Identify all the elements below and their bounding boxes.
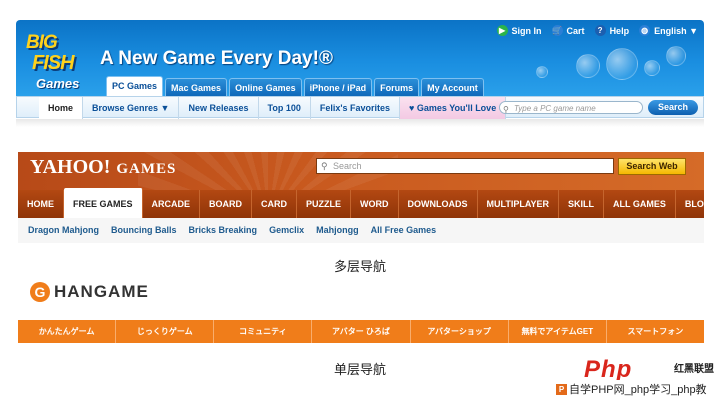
hangame-nav: かんたんゲーム じっくりゲーム コミュニティ アバター ひろば アバターショップ 無料でア…	[18, 320, 704, 343]
tab-iphone-ipad[interactable]: iPhone / iPad	[303, 78, 373, 96]
nav-item-board[interactable]: BOARD	[200, 190, 253, 218]
yahoo-banner: YAHOO! GAMES ⚲ Search Search Web	[18, 152, 704, 190]
hangame-nav-item-2[interactable]: じっくりゲーム	[116, 320, 215, 343]
logo-text: YAHOO!	[30, 156, 111, 178]
bigfish-subnav: Home Browse Genres ▼ New Releases Top 100 Fe…	[16, 96, 704, 119]
watermark: Php 红黑联盟 P 自学PHP网_php学习_php教	[556, 356, 720, 403]
nav-item-card[interactable]: CARD	[252, 190, 298, 218]
search-input[interactable]: ⚲ Type a PC game name	[499, 101, 643, 114]
watermark-cn: 红黑联盟	[674, 364, 714, 375]
bubble-decoration	[536, 66, 548, 78]
watermark-text: 自学PHP网_php学习_php教	[569, 384, 707, 396]
utility-links: ▶ Sign In 🛒 Cart? Help ◍ English ▼	[496, 25, 698, 36]
search-placeholder: Search	[333, 161, 362, 171]
hangame-nav-item-4[interactable]: アバター ひろば	[312, 320, 411, 343]
search-button[interactable]: Search	[648, 100, 698, 115]
yahoo-header: YAHOO! GAMES ⚲ Search Search Web HOME FREE…	[18, 152, 720, 245]
subnav-link-all-free-games[interactable]: All Free Games	[365, 218, 443, 243]
subnav-link-mahjongg[interactable]: Mahjongg	[310, 218, 365, 243]
utility-label: Help	[609, 25, 630, 36]
subnav-item-home[interactable]: Home	[39, 97, 84, 119]
tab-online-games[interactable]: Online Games	[229, 78, 302, 96]
tab-mac-games[interactable]: Mac Games	[165, 78, 228, 96]
subnav-link-gemclix[interactable]: Gemclix	[263, 218, 310, 243]
nav-item-blog[interactable]: BLOG	[676, 190, 720, 218]
bubble-decoration	[576, 54, 600, 78]
bigfish-logo[interactable]: BIG FISH Games	[24, 30, 92, 96]
hangame-nav-item-6[interactable]: 無料でアイテムGET	[509, 320, 607, 343]
watermark-bar: P 自学PHP网_php学习_php教	[556, 380, 720, 398]
hangame-logo[interactable]: G HANGAME	[30, 282, 149, 302]
subnav-link-bricks-breaking[interactable]: Bricks Breaking	[183, 218, 264, 243]
utility-label: Cart	[566, 25, 585, 36]
utility-link-help[interactable]: ? Help	[594, 25, 630, 36]
subnav-item-browse-genres[interactable]: Browse Genres ▼	[83, 97, 180, 119]
yahoo-main-nav: HOME FREE GAMES ARCADE BOARD CARD PUZZLE WORD D…	[18, 188, 720, 218]
subnav-item-games-you-ll-love[interactable]: ♥ Games You'll Love	[400, 97, 507, 119]
nav-item-home[interactable]: HOME	[18, 190, 64, 218]
utility-label: English ▼	[654, 25, 698, 36]
bubble-decoration	[606, 48, 638, 80]
nav-item-puzzle[interactable]: PUZZLE	[297, 190, 352, 218]
bubble-decoration	[644, 60, 660, 76]
subnav-items: Home Browse Genres ▼ New Releases Top 100 Fe…	[39, 97, 507, 119]
nav-item-word[interactable]: WORD	[351, 190, 399, 218]
hangame-nav-item-3[interactable]: コミュニティ	[214, 320, 313, 343]
tab-pc-games[interactable]: PC Games	[106, 76, 164, 96]
globe-icon: ◍	[639, 25, 651, 36]
search-input[interactable]: ⚲ Search	[316, 158, 614, 174]
hangame-logo-word: HANGAME	[54, 282, 149, 301]
sign-in-icon: ▶	[496, 25, 508, 36]
main-tabs: PC Games Mac Games Online Games iPhone / iP…	[106, 76, 484, 96]
logo-text: Games	[36, 76, 80, 91]
bigfish-banner: BIG FISH Games A New Game Every Day!® ▶ S…	[16, 20, 704, 96]
search-icon: ⚲	[321, 161, 328, 171]
php-icon: P	[556, 383, 567, 395]
nav-item-multiplayer[interactable]: MULTIPLAYER	[478, 190, 560, 218]
bubble-decoration	[666, 46, 686, 66]
search-web-button[interactable]: Search Web	[618, 158, 686, 175]
subnav-link-dragon-mahjong[interactable]: Dragon Mahjong	[18, 218, 105, 243]
subnav-item-felix-s-favorites[interactable]: Felix's Favorites	[311, 97, 401, 119]
utility-link-cart[interactable]: 🛒 Cart	[551, 25, 585, 36]
hangame-nav-item-7[interactable]: スマートフォン	[607, 320, 704, 343]
nav-item-arcade[interactable]: ARCADE	[143, 190, 201, 218]
utility-link-sign-in[interactable]: ▶ Sign In	[496, 25, 542, 36]
subnav-link-bouncing-balls[interactable]: Bouncing Balls	[105, 218, 183, 243]
nav-item-skill[interactable]: SKILL	[559, 190, 605, 218]
logo-text: BIG	[26, 32, 58, 53]
utility-link-english[interactable]: ◍ English ▼	[639, 25, 698, 36]
divider	[16, 119, 704, 127]
subnav-item-new-releases[interactable]: New Releases	[179, 97, 259, 119]
tagline: A New Game Every Day!®	[100, 48, 333, 69]
subnav-item-top-100[interactable]: Top 100	[259, 97, 311, 119]
tab-my-account[interactable]: My Account	[421, 78, 484, 96]
yahoo-subnav: Dragon Mahjong Bouncing Balls Bricks Break…	[18, 218, 704, 243]
cart-icon: 🛒	[551, 25, 563, 36]
search-icon: ⚲	[503, 105, 509, 114]
search-placeholder: Type a PC game name	[514, 104, 596, 113]
bigfish-header: BIG FISH Games A New Game Every Day!® ▶ S…	[16, 20, 704, 128]
hangame-nav-item-1[interactable]: かんたんゲーム	[18, 320, 117, 343]
logo-suffix: GAMES	[116, 161, 177, 177]
yahoo-logo[interactable]: YAHOO! GAMES	[30, 156, 176, 179]
tab-forums[interactable]: Forums	[374, 78, 420, 96]
hangame-nav-item-5[interactable]: アバターショップ	[411, 320, 509, 343]
help-icon: ?	[594, 25, 606, 36]
logo-text: FISH	[32, 52, 75, 74]
hangame-logo-mark: G	[30, 282, 50, 302]
utility-label: Sign In	[511, 25, 542, 36]
nav-item-free-games[interactable]: FREE GAMES	[64, 188, 143, 218]
caption-multi-level: 多层导航	[333, 259, 386, 274]
nav-item-all-games[interactable]: ALL GAMES	[604, 190, 676, 218]
nav-item-downloads[interactable]: DOWNLOADS	[399, 190, 478, 218]
